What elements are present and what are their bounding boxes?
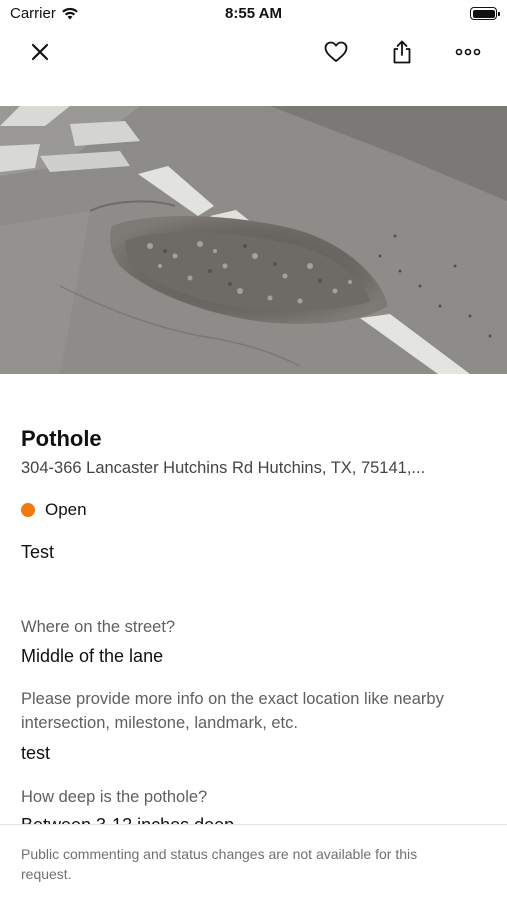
status-dot-icon <box>21 503 35 517</box>
question-label: Please provide more info on the exact lo… <box>21 690 444 732</box>
request-details: Pothole 304-366 Lancaster Hutchins Rd Hu… <box>0 374 507 824</box>
question-label: Where on the street? <box>21 618 176 636</box>
more-button[interactable] <box>450 34 486 70</box>
status-row: Open <box>21 500 87 520</box>
footer-notice: Public commenting and status changes are… <box>0 824 507 900</box>
heart-icon <box>324 41 348 62</box>
question-label: How deep is the pothole? <box>21 788 208 806</box>
status-bar: Carrier 8:55 AM <box>0 0 507 28</box>
close-button[interactable] <box>22 34 58 70</box>
pothole-photo <box>0 106 507 374</box>
close-icon <box>31 43 49 61</box>
question-answer: Between 3-12 inches deep <box>21 815 234 824</box>
request-title: Pothole <box>21 426 102 451</box>
share-button[interactable] <box>384 34 420 70</box>
request-address[interactable]: 304-366 Lancaster Hutchins Rd Hutchins, … <box>21 459 425 478</box>
question-answer: test <box>21 743 51 763</box>
nav-bar <box>0 34 507 70</box>
more-icon <box>455 48 481 56</box>
footer-notice-text: Public commenting and status changes are… <box>21 846 418 882</box>
request-description: Test <box>21 542 55 562</box>
status-time: 8:55 AM <box>225 5 282 22</box>
status-label: Open <box>45 500 87 519</box>
battery-icon <box>470 7 500 20</box>
question-answer: Middle of the lane <box>21 646 164 666</box>
favorite-button[interactable] <box>318 34 354 70</box>
share-icon <box>393 40 411 64</box>
